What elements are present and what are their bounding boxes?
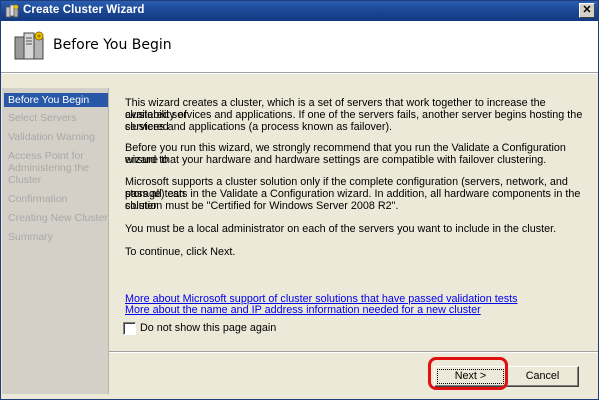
step-before-you-begin[interactable]: Before You Begin (4, 93, 108, 107)
step-access-point-line3: Cluster (8, 174, 42, 186)
wizard-window: Create Cluster Wizard ✕ Before You Begin… (0, 0, 599, 400)
intro-paragraph-4: You must be a local administrator on eac… (125, 223, 557, 235)
cluster-servers-icon (14, 31, 44, 60)
close-icon: ✕ (582, 4, 592, 16)
wizard-header: Before You Begin (1, 21, 598, 72)
step-access-point-line1: Access Point for (8, 150, 84, 162)
step-summary: Summary (8, 231, 53, 243)
do-not-show-checkbox[interactable] (123, 322, 136, 335)
intro-paragraph-5: To continue, click Next. (125, 246, 236, 258)
step-creating-new-cluster: Creating New Cluster (8, 212, 108, 224)
step-validation-warning: Validation Warning (8, 131, 95, 143)
step-access-point-line2: Administering the (8, 162, 90, 174)
do-not-show-label[interactable]: Do not show this page again (140, 322, 276, 334)
page-title: Before You Begin (53, 37, 172, 53)
cancel-button[interactable]: Cancel (506, 366, 579, 387)
name-ip-info-link[interactable]: More about the name and IP address infor… (125, 304, 481, 316)
window-title: Create Cluster Wizard (23, 4, 145, 16)
intro-paragraph-1-line-3: services and applications (a process kno… (125, 121, 393, 133)
wizard-body: Before You Begin Select Servers Validati… (1, 74, 598, 399)
step-select-servers: Select Servers (8, 112, 77, 124)
step-confirmation: Confirmation (8, 193, 68, 205)
intro-paragraph-3-line-3: solution must be "Certified for Windows … (125, 200, 399, 212)
next-button[interactable]: Next > (434, 366, 507, 387)
title-bar[interactable]: Create Cluster Wizard ✕ (1, 1, 598, 21)
close-button[interactable]: ✕ (579, 3, 595, 18)
steps-sidebar: Before You Begin Select Servers Validati… (2, 88, 109, 394)
cluster-app-icon (5, 4, 19, 18)
intro-paragraph-2-line-2: ensure that your hardware and hardware s… (125, 154, 547, 166)
footer-divider (109, 351, 598, 353)
